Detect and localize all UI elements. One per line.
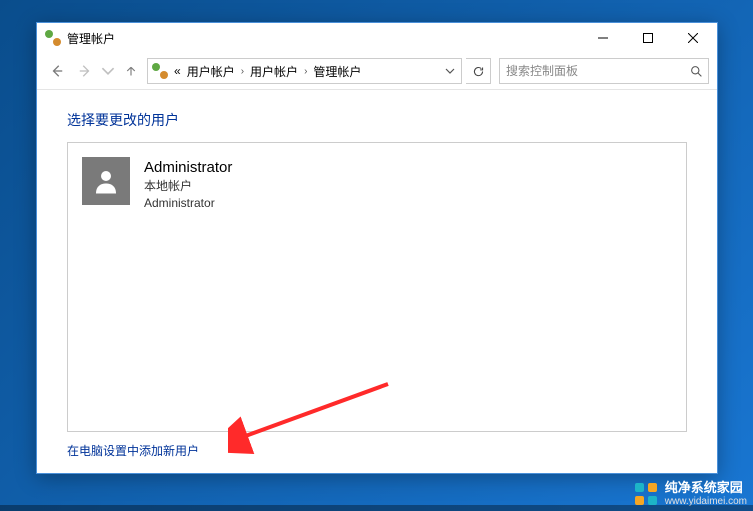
taskbar[interactable] <box>0 505 753 511</box>
minimize-button[interactable] <box>580 24 625 52</box>
watermark: 纯净系统家园 www.yidaimei.com <box>633 481 747 507</box>
window-controls <box>580 24 715 52</box>
address-bar[interactable]: « 用户帐户 › 用户帐户 › 管理帐户 <box>147 58 462 84</box>
window-title: 管理帐户 <box>67 30 580 47</box>
user-item[interactable]: Administrator 本地帐户 Administrator <box>78 153 676 216</box>
back-button[interactable] <box>45 59 69 83</box>
search-icon[interactable] <box>688 63 704 79</box>
recent-dropdown[interactable] <box>101 59 115 83</box>
user-name: Administrator <box>144 157 232 178</box>
close-button[interactable] <box>670 24 715 52</box>
up-button[interactable] <box>119 59 143 83</box>
chevron-right-icon[interactable]: › <box>239 66 246 77</box>
user-list-panel: Administrator 本地帐户 Administrator <box>67 142 687 432</box>
chevron-right-icon[interactable]: › <box>302 66 309 77</box>
content-area: 选择要更改的用户 Administrator 本地帐户 Administrato… <box>37 90 717 473</box>
avatar <box>82 157 130 205</box>
navigation-bar: « 用户帐户 › 用户帐户 › 管理帐户 <box>37 53 717 90</box>
titlebar: 管理帐户 <box>37 23 717 53</box>
watermark-title: 纯净系统家园 <box>665 481 747 495</box>
breadcrumb-seg-3[interactable]: 管理帐户 <box>311 63 363 80</box>
address-dropdown-icon[interactable] <box>441 59 459 83</box>
breadcrumb-seg-1[interactable]: 用户帐户 <box>185 63 237 80</box>
user-account-type: 本地帐户 <box>144 178 232 195</box>
app-icon <box>45 30 61 46</box>
refresh-button[interactable] <box>466 58 491 84</box>
user-info: Administrator 本地帐户 Administrator <box>144 157 232 212</box>
control-panel-window: 管理帐户 « <box>36 22 718 474</box>
user-role: Administrator <box>144 195 232 212</box>
section-heading: 选择要更改的用户 <box>67 110 687 130</box>
breadcrumb-prefix: « <box>172 64 183 78</box>
maximize-button[interactable] <box>625 24 670 52</box>
add-user-link[interactable]: 在电脑设置中添加新用户 <box>67 442 687 459</box>
search-input[interactable] <box>504 63 688 79</box>
breadcrumb-seg-2[interactable]: 用户帐户 <box>248 63 300 80</box>
search-box[interactable] <box>499 58 709 84</box>
watermark-logo-icon <box>633 481 659 507</box>
forward-button[interactable] <box>73 59 97 83</box>
location-icon <box>152 63 168 79</box>
